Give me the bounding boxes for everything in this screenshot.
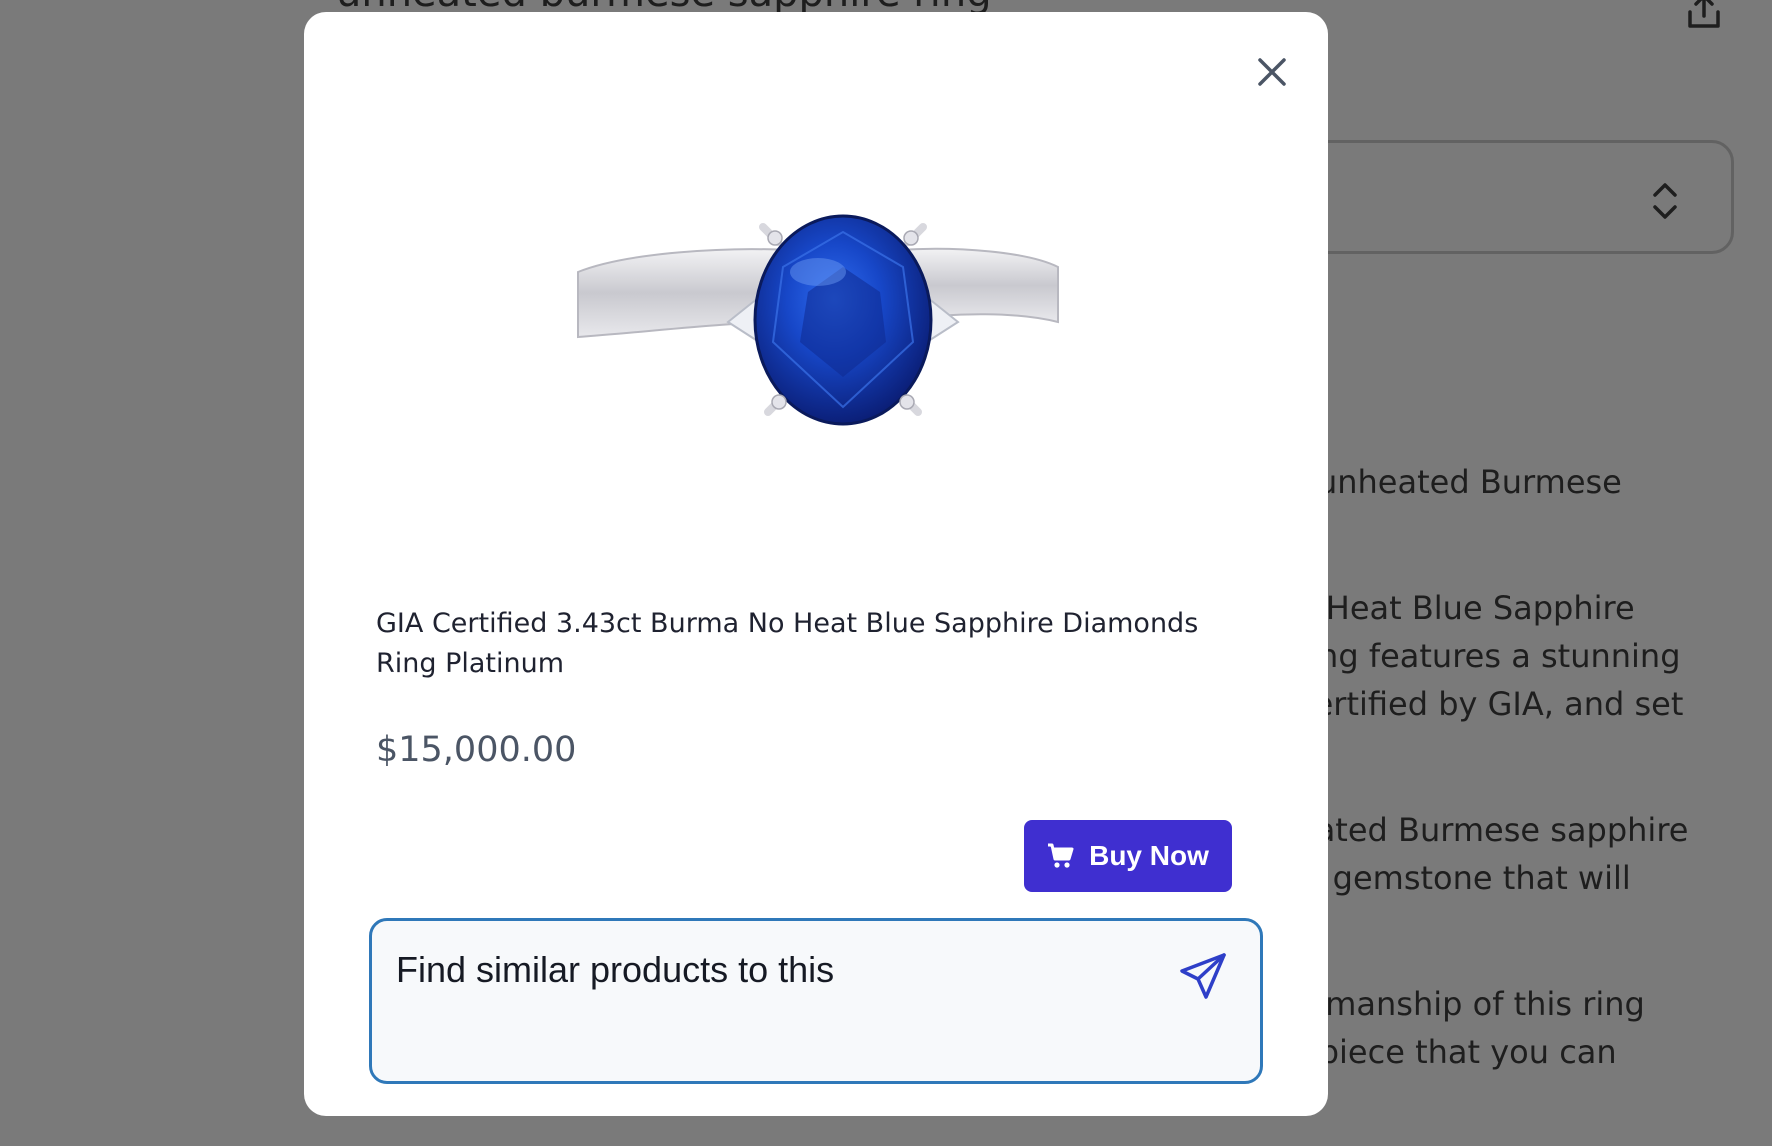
answer-line: eated Burmese sapphire [1296,811,1689,849]
answer-line: ring features a stunning [1296,637,1681,675]
buy-now-label: Buy Now [1089,840,1209,871]
chat-input-box[interactable]: Find similar products to this [369,918,1263,1084]
buy-now-button[interactable]: Buy Now [1024,820,1232,892]
close-button[interactable] [1250,50,1294,94]
answer-line: : unheated Burmese [1296,463,1622,501]
answer-line: tsmanship of this ring [1296,985,1645,1023]
chat-input[interactable]: Find similar products to this [396,949,1136,1059]
share-upload-icon[interactable] [1684,0,1724,32]
cart-icon [1048,843,1074,868]
answer-line: ic gemstone that will [1296,859,1631,897]
product-modal: GIA Certified 3.43ct Burma No Heat Blue … [304,12,1328,1116]
close-icon [1258,58,1286,86]
product-price: $15,000.00 [376,730,577,770]
send-icon[interactable] [1178,951,1228,1001]
chevron-updown-icon [1653,183,1677,219]
answer-line: t piece that you can [1296,1033,1617,1071]
answer-line: certified by GIA, and set [1296,685,1684,723]
answer-line: o Heat Blue Sapphire [1296,589,1635,627]
product-title: GIA Certified 3.43ct Burma No Heat Blue … [376,608,1199,679]
blue-sapphire-ring-image [577,214,1059,426]
